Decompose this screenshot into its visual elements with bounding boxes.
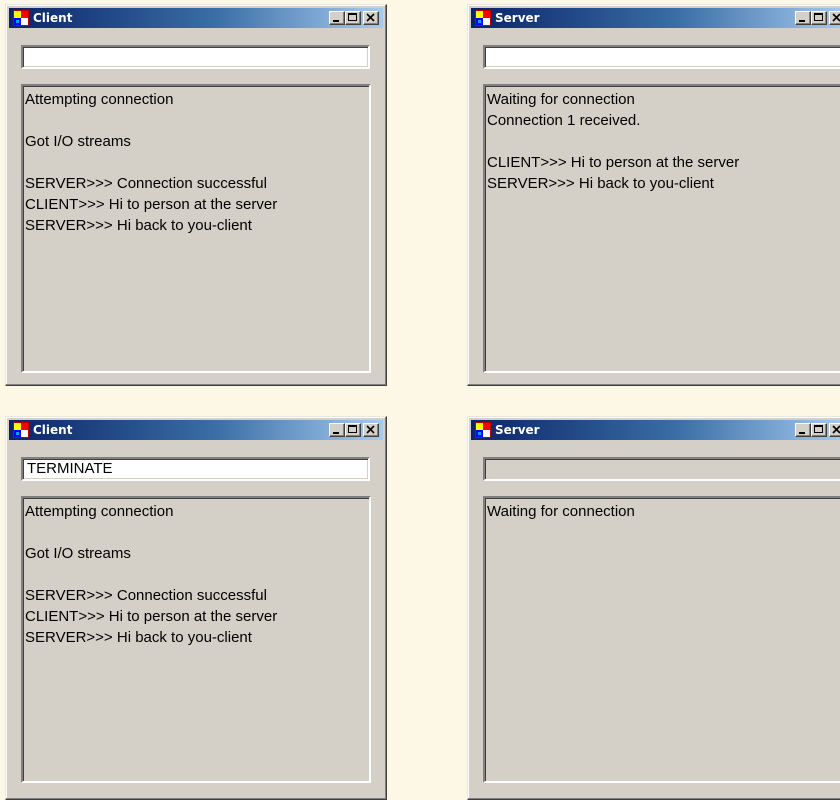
display-line	[25, 522, 367, 543]
minimize-icon	[333, 432, 339, 434]
minimize-icon	[799, 20, 805, 22]
display-line: Waiting for connection	[487, 503, 635, 520]
titlebar[interactable]: Client	[9, 8, 383, 28]
server-window-top: Server Waiting for connection Connection…	[467, 4, 840, 386]
display-line: Connection 1 received.	[487, 112, 641, 129]
display-line: SERVER>>> Hi back to you-client	[487, 175, 714, 192]
window-title: Client	[33, 423, 73, 437]
maximize-button[interactable]	[345, 423, 361, 437]
close-icon	[832, 13, 840, 22]
minimize-button[interactable]	[329, 423, 345, 437]
client-window-bottom: Client TERMINATE Attempting connection G…	[5, 416, 387, 800]
display-line	[25, 110, 367, 131]
display-line: Waiting for connection	[487, 91, 635, 108]
display-line	[487, 131, 839, 152]
message-display[interactable]: Waiting for connection Connection 1 rece…	[483, 84, 840, 373]
titlebar[interactable]: Client	[9, 420, 383, 440]
close-button[interactable]	[829, 423, 840, 437]
window-title: Server	[495, 423, 540, 437]
display-line: Attempting connection	[25, 503, 174, 520]
display-line	[25, 152, 367, 173]
close-icon	[366, 13, 375, 22]
maximize-icon	[814, 13, 823, 21]
app-icon	[475, 10, 491, 26]
display-line: Got I/O streams	[25, 545, 131, 562]
client-window-top: Client Attempting connection Got I/O str…	[5, 4, 387, 386]
display-line: SERVER>>> Hi back to you-client	[25, 217, 252, 234]
close-button[interactable]	[363, 423, 379, 437]
maximize-button[interactable]	[345, 11, 361, 25]
display-line: Attempting connection	[25, 91, 174, 108]
maximize-icon	[348, 13, 357, 21]
close-button[interactable]	[363, 11, 379, 25]
titlebar[interactable]: Server	[471, 420, 840, 440]
minimize-button[interactable]	[795, 11, 811, 25]
maximize-icon	[348, 425, 357, 433]
maximize-button[interactable]	[811, 11, 827, 25]
close-button[interactable]	[829, 11, 840, 25]
display-line: CLIENT>>> Hi to person at the server	[25, 608, 278, 625]
message-input[interactable]	[483, 45, 840, 69]
window-title: Client	[33, 11, 73, 25]
display-line: SERVER>>> Connection successful	[25, 175, 267, 192]
message-display[interactable]: Attempting connection Got I/O streams SE…	[21, 496, 371, 783]
display-line: CLIENT>>> Hi to person at the server	[25, 196, 278, 213]
maximize-button[interactable]	[811, 423, 827, 437]
display-line	[25, 564, 367, 585]
maximize-icon	[814, 425, 823, 433]
app-icon	[13, 422, 29, 438]
display-line: SERVER>>> Connection successful	[25, 587, 267, 604]
minimize-icon	[333, 20, 339, 22]
app-icon	[13, 10, 29, 26]
titlebar[interactable]: Server	[471, 8, 840, 28]
display-line: SERVER>>> Hi back to you-client	[25, 629, 252, 646]
message-input[interactable]	[21, 45, 370, 69]
close-icon	[832, 425, 840, 434]
message-display[interactable]: Attempting connection Got I/O streams SE…	[21, 84, 371, 373]
display-line: Got I/O streams	[25, 133, 131, 150]
close-icon	[366, 425, 375, 434]
app-icon	[475, 422, 491, 438]
message-display[interactable]: Waiting for connection	[483, 496, 840, 783]
message-input[interactable]: TERMINATE	[21, 457, 370, 481]
minimize-icon	[799, 432, 805, 434]
display-line: CLIENT>>> Hi to person at the server	[487, 154, 740, 171]
window-title: Server	[495, 11, 540, 25]
server-window-bottom: Server Waiting for connection	[467, 416, 840, 800]
minimize-button[interactable]	[329, 11, 345, 25]
minimize-button[interactable]	[795, 423, 811, 437]
message-input[interactable]	[483, 457, 840, 481]
